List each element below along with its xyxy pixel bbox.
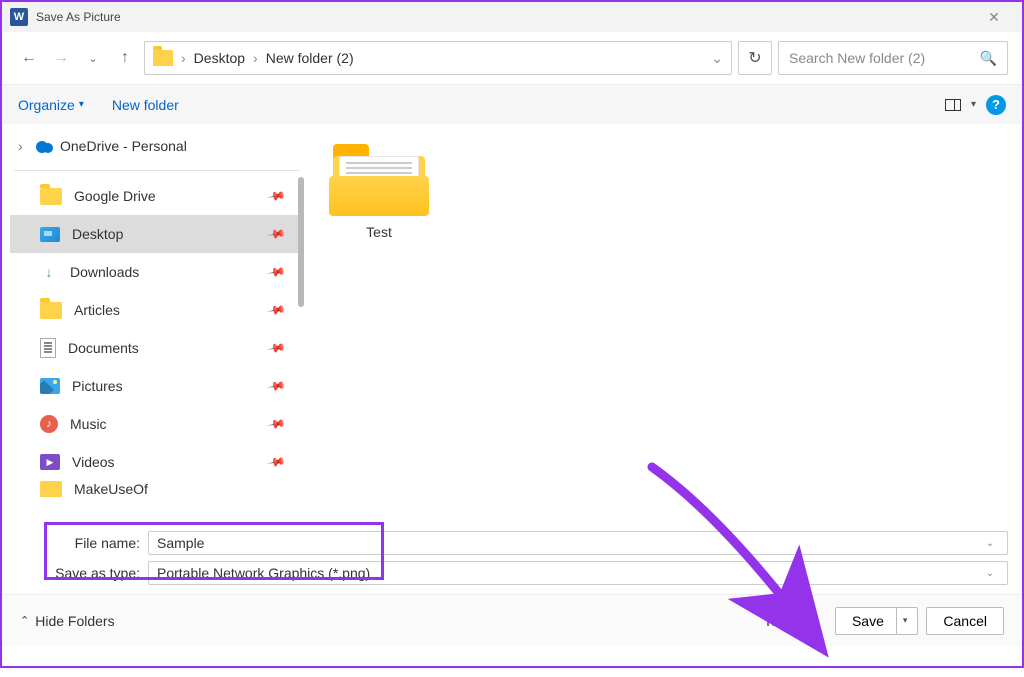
- sidebar-item-label: Articles: [74, 302, 120, 318]
- back-button[interactable]: ←: [16, 45, 42, 71]
- organize-menu[interactable]: Organize ▾: [18, 97, 84, 113]
- sidebar-item-label: Desktop: [72, 226, 123, 242]
- forward-button[interactable]: →: [48, 45, 74, 71]
- sidebar-item-label: Documents: [68, 340, 139, 356]
- tree-item-onedrive[interactable]: › OneDrive - Personal: [10, 132, 304, 160]
- sidebar-item-videos[interactable]: ▶ Videos 📌: [10, 443, 304, 481]
- sidebar-item-downloads[interactable]: ↓ Downloads 📌: [10, 253, 304, 291]
- file-list-pane[interactable]: Test: [304, 124, 1022, 520]
- filename-row: File name: Sample ⌄: [16, 530, 1008, 556]
- tools-menu[interactable]: Tools ▾: [764, 613, 805, 629]
- sidebar-item-label: Pictures: [72, 378, 123, 394]
- folder-icon: [40, 302, 62, 319]
- sidebar-item-pictures[interactable]: Pictures 📌: [10, 367, 304, 405]
- close-icon[interactable]: ✕: [974, 9, 1014, 26]
- sidebar-item-makeuseof[interactable]: MakeUseOf: [10, 481, 304, 497]
- folder-item-test[interactable]: Test: [324, 142, 434, 240]
- folder-icon: [153, 50, 173, 66]
- hide-folders-label: Hide Folders: [35, 613, 114, 629]
- saveastype-label: Save as type:: [16, 565, 148, 581]
- save-dropdown-icon[interactable]: ▾: [896, 608, 914, 634]
- pin-icon: 📌: [266, 338, 286, 358]
- search-placeholder: Search New folder (2): [789, 50, 980, 66]
- folder-item-label: Test: [324, 224, 434, 240]
- chevron-down-icon[interactable]: ▾: [971, 99, 976, 110]
- folder-icon: [40, 188, 62, 205]
- folder-icon: [40, 481, 62, 497]
- refresh-button[interactable]: ↻: [738, 41, 772, 75]
- search-input[interactable]: Search New folder (2) 🔍: [778, 41, 1008, 75]
- pin-icon: 📌: [266, 376, 286, 396]
- chevron-down-icon[interactable]: ⌄: [711, 50, 723, 67]
- music-icon: ♪: [40, 415, 58, 433]
- document-icon: [40, 338, 56, 358]
- download-icon: ↓: [40, 263, 58, 281]
- tree-item-label: OneDrive - Personal: [60, 138, 187, 154]
- sidebar-item-label: Google Drive: [74, 188, 156, 204]
- breadcrumb-seg[interactable]: Desktop: [194, 50, 245, 66]
- breadcrumb[interactable]: › Desktop › New folder (2) ⌄: [144, 41, 732, 75]
- cancel-button[interactable]: Cancel: [926, 607, 1004, 635]
- sidebar-item-label: Music: [70, 416, 107, 432]
- hide-folders-button[interactable]: ⌃ Hide Folders: [20, 613, 115, 629]
- search-icon: 🔍: [980, 50, 997, 67]
- up-button[interactable]: ↑: [112, 45, 138, 71]
- breadcrumb-seg[interactable]: New folder (2): [266, 50, 354, 66]
- quick-access-list: Google Drive 📌 Desktop 📌 ↓ Downloads 📌 A…: [10, 177, 304, 497]
- pin-icon: 📌: [266, 186, 286, 206]
- saveastype-row: Save as type: Portable Network Graphics …: [16, 560, 1008, 586]
- chevron-up-icon: ⌃: [20, 614, 29, 627]
- recent-dropdown[interactable]: ⌄: [80, 45, 106, 71]
- sidebar-item-label: Videos: [72, 454, 115, 470]
- navigation-pane: › OneDrive - Personal Google Drive 📌 Des…: [2, 124, 304, 520]
- sidebar-item-desktop[interactable]: Desktop 📌: [10, 215, 304, 253]
- sidebar-item-articles[interactable]: Articles 📌: [10, 291, 304, 329]
- chevron-right-icon: ›: [253, 50, 258, 66]
- new-folder-button[interactable]: New folder: [112, 97, 179, 113]
- view-options-icon[interactable]: [945, 99, 961, 111]
- help-icon[interactable]: ?: [986, 95, 1006, 115]
- chevron-down-icon: ▾: [800, 615, 805, 626]
- save-label: Save: [852, 613, 884, 629]
- pin-icon: 📌: [266, 262, 286, 282]
- save-button[interactable]: Save ▾: [835, 607, 918, 635]
- window-title: Save As Picture: [36, 10, 974, 24]
- filename-value: Sample: [157, 535, 981, 551]
- sidebar-item-google-drive[interactable]: Google Drive 📌: [10, 177, 304, 215]
- word-app-icon: W: [10, 8, 28, 26]
- titlebar: W Save As Picture ✕: [2, 2, 1022, 32]
- sidebar-item-label: MakeUseOf: [74, 481, 148, 497]
- pictures-icon: [40, 378, 60, 394]
- sidebar-item-music[interactable]: ♪ Music 📌: [10, 405, 304, 443]
- folder-icon: [329, 142, 429, 216]
- filename-label: File name:: [16, 535, 148, 551]
- command-bar: Organize ▾ New folder ▾ ?: [2, 84, 1022, 124]
- chevron-down-icon: ▾: [79, 99, 84, 110]
- sidebar-item-label: Downloads: [70, 264, 139, 280]
- pin-icon: 📌: [266, 224, 286, 244]
- pin-icon: 📌: [266, 300, 286, 320]
- pin-icon: 📌: [266, 452, 286, 472]
- pin-icon: 📌: [266, 414, 286, 434]
- tools-label: Tools: [764, 613, 797, 629]
- chevron-down-icon[interactable]: ⌄: [981, 538, 999, 549]
- dialog-button-row: ⌃ Hide Folders Tools ▾ Save ▾ Cancel: [2, 594, 1022, 646]
- onedrive-icon: [34, 140, 54, 153]
- organize-label: Organize: [18, 97, 75, 113]
- sidebar-item-documents[interactable]: Documents 📌: [10, 329, 304, 367]
- saveastype-value: Portable Network Graphics (*.png): [157, 565, 981, 581]
- saveastype-select[interactable]: Portable Network Graphics (*.png) ⌄: [148, 561, 1008, 585]
- chevron-right-icon[interactable]: ›: [18, 138, 28, 154]
- chevron-right-icon: ›: [181, 50, 186, 66]
- filename-input[interactable]: Sample ⌄: [148, 531, 1008, 555]
- main-area: › OneDrive - Personal Google Drive 📌 Des…: [2, 124, 1022, 520]
- desktop-icon: [40, 227, 60, 242]
- save-inputs: File name: Sample ⌄ Save as type: Portab…: [2, 520, 1022, 594]
- videos-icon: ▶: [40, 454, 60, 470]
- chevron-down-icon[interactable]: ⌄: [981, 568, 999, 579]
- divider: [14, 170, 300, 171]
- nav-row: ← → ⌄ ↑ › Desktop › New folder (2) ⌄ ↻ S…: [2, 32, 1022, 84]
